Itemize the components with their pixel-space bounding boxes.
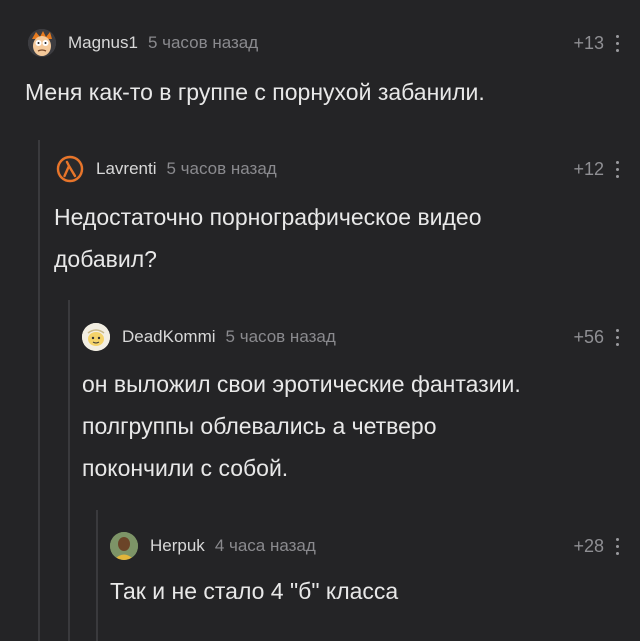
comment-text: Недостаточно порнографическое видео доба… xyxy=(54,204,482,272)
timestamp: 5 часов назад xyxy=(147,33,259,52)
username[interactable]: DeadKommi xyxy=(122,327,216,347)
thread-line-level-2 xyxy=(68,300,70,641)
more-options-icon[interactable] xyxy=(614,322,620,352)
comment-text: Меня как-то в группе с порнухой забанили… xyxy=(25,79,485,105)
rating-value[interactable]: +28 xyxy=(573,531,604,561)
comment-text: он выложил свои эротические фантазии. по… xyxy=(82,371,521,481)
timestamp: 4 часа назад xyxy=(214,536,316,555)
timestamp: 5 часов назад xyxy=(225,327,336,346)
timestamp: 5 часов назад xyxy=(166,159,277,178)
more-options-icon[interactable] xyxy=(614,531,620,561)
username[interactable]: Herpuk xyxy=(150,536,205,556)
comment-header: Magnus1 5 часов назад xyxy=(28,28,258,58)
username[interactable]: Magnus1 xyxy=(68,33,138,53)
cartoon-avatar-icon[interactable] xyxy=(82,323,110,351)
user-photo-avatar[interactable] xyxy=(110,532,138,560)
comment-header: Herpuk 4 часа назад xyxy=(110,531,316,561)
thread-line-level-1 xyxy=(38,140,40,641)
more-options-icon[interactable] xyxy=(614,28,620,58)
fry-face-icon[interactable] xyxy=(28,29,56,57)
comment-text: Так и не стало 4 "б" класса xyxy=(110,578,399,604)
comment-header: DeadKommi 5 часов назад xyxy=(82,322,336,352)
rating-value[interactable]: +13 xyxy=(573,28,604,58)
thread-line-level-3 xyxy=(96,510,98,641)
half-life-lambda-icon[interactable] xyxy=(56,155,84,183)
username[interactable]: Lavrenti xyxy=(96,159,156,179)
more-options-icon[interactable] xyxy=(614,154,620,184)
rating-value[interactable]: +56 xyxy=(573,322,604,352)
rating-value[interactable]: +12 xyxy=(573,154,604,184)
comment-header: Lavrenti 5 часов назад xyxy=(56,154,277,184)
